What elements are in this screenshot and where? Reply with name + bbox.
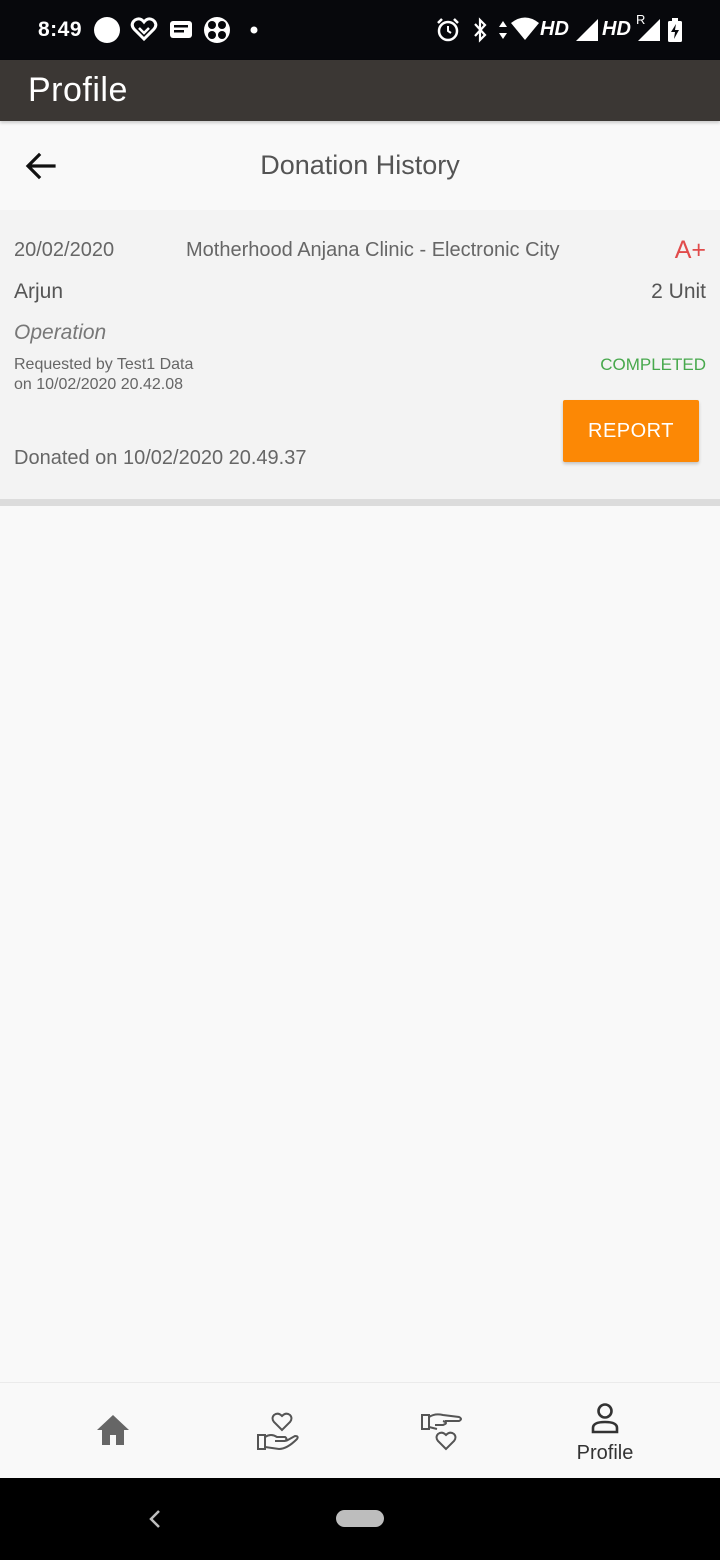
- patient-name: Arjun: [14, 280, 64, 303]
- home-gesture-pill[interactable]: [336, 1510, 384, 1527]
- page-title: Donation History: [260, 150, 460, 180]
- donation-reason: Operation: [14, 321, 107, 344]
- requested-by: Requested by Test1 Data: [14, 356, 194, 373]
- hand-heart-icon: [421, 1413, 462, 1451]
- home-icon: [97, 1415, 129, 1445]
- app-bar-title: Profile: [28, 71, 128, 109]
- donation-date: 20/02/2020: [14, 239, 115, 261]
- clinic-name: Motherhood Anjana Clinic - Electronic Ci…: [186, 239, 560, 261]
- person-icon: [591, 1403, 619, 1434]
- heart-hand-icon: [257, 1412, 299, 1451]
- nav-item-profile[interactable]: Profile: [515, 1383, 695, 1479]
- system-nav-bar: [0, 1478, 720, 1560]
- fan-icon: [204, 17, 230, 43]
- heart-badge-icon: [130, 17, 158, 42]
- status-badge: COMPLETED: [600, 355, 706, 374]
- report-button[interactable]: REPORT: [563, 400, 699, 462]
- nav-item-home[interactable]: [23, 1383, 203, 1479]
- nav-item-request[interactable]: [351, 1383, 531, 1479]
- battery-charging-icon: [668, 18, 682, 42]
- dot-icon: [250, 26, 258, 34]
- status-time: 8:49: [38, 18, 83, 41]
- wifi-icon: [511, 17, 539, 40]
- circle-icon: [94, 17, 120, 43]
- back-gesture-icon[interactable]: [146, 1507, 164, 1531]
- nav-item-donate[interactable]: [187, 1383, 367, 1479]
- requested-on: on 10/02/2020 20.42.08: [14, 376, 184, 393]
- alarm-icon: [437, 18, 459, 42]
- message-icon: [170, 21, 192, 38]
- donated-on: Donated on 10/02/2020 20.49.37: [14, 447, 307, 469]
- network-type-label: HD: [602, 18, 631, 40]
- nav-label-profile: Profile: [576, 1442, 634, 1464]
- data-arrows-icon: [499, 21, 507, 39]
- app-bar: Profile: [0, 60, 720, 121]
- blood-group: A+: [674, 236, 706, 264]
- bluetooth-icon: [474, 17, 487, 43]
- signal-icon: [638, 19, 660, 41]
- bottom-nav: Profile: [0, 1382, 720, 1479]
- status-bar: 8:49 HD HD R: [0, 0, 720, 60]
- network-type-label: HD: [540, 18, 569, 40]
- donation-card: 20/02/2020 Motherhood Anjana Clinic - El…: [0, 210, 720, 506]
- request-info: Requested by Test1 Data on 10/02/2020 20…: [14, 355, 193, 395]
- page-header: Donation History: [0, 121, 720, 210]
- signal-icon: [576, 19, 598, 41]
- unit-count: 2 Unit: [651, 280, 706, 303]
